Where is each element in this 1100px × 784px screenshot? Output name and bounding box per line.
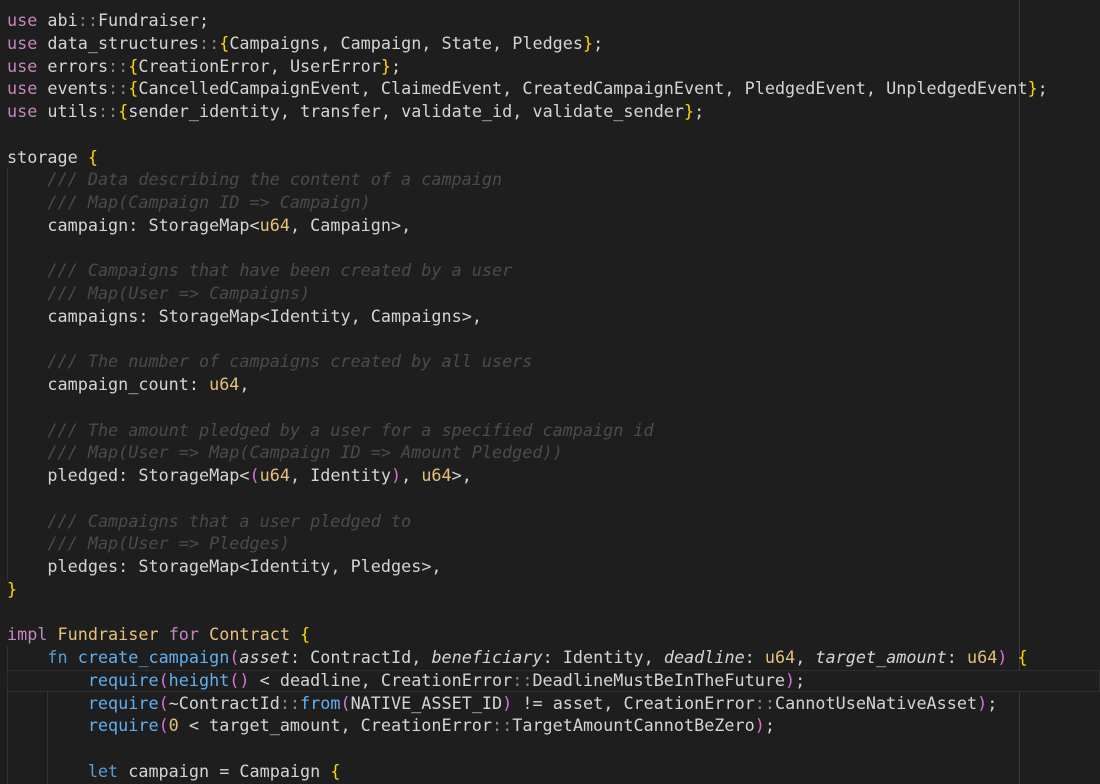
code-line[interactable]: }	[7, 578, 17, 600]
code-line[interactable]: impl Fundraiser for Contract {	[7, 623, 310, 645]
code-line[interactable]: storage {	[7, 146, 98, 168]
code-line[interactable]: fn create_campaign(asset: ContractId, be…	[7, 646, 1027, 668]
code-line[interactable]: /// Data describing the content of a cam…	[7, 168, 502, 190]
code-line[interactable]: /// Map(User => Map(Campaign ID => Amoun…	[7, 441, 562, 463]
code-line[interactable]: require(~ContractId::from(NATIVE_ASSET_I…	[7, 692, 997, 714]
code-line[interactable]: /// Campaigns that a user pledged to	[7, 510, 411, 532]
code-line[interactable]: /// The amount pledged by a user for a s…	[7, 419, 653, 441]
code-line[interactable]: use events::{CancelledCampaignEvent, Cla…	[7, 77, 1048, 99]
code-line[interactable]: use data_structures::{Campaigns, Campaig…	[7, 32, 603, 54]
code-line[interactable]: use utils::{sender_identity, transfer, v…	[7, 100, 704, 122]
code-line[interactable]: use abi::Fundraiser;	[7, 9, 209, 31]
code-line[interactable]: campaigns: StorageMap<Identity, Campaign…	[7, 305, 482, 327]
code-line[interactable]: /// Map(Campaign ID => Campaign)	[7, 191, 370, 213]
code-line[interactable]: require(height() < deadline, CreationErr…	[7, 669, 805, 691]
code-line[interactable]: /// Map(User => Campaigns)	[7, 282, 310, 304]
code-line[interactable]: let campaign = Campaign {	[7, 760, 341, 782]
code-line[interactable]: /// The number of campaigns created by a…	[7, 350, 532, 372]
code-line[interactable]: pledged: StorageMap<(u64, Identity), u64…	[7, 464, 471, 486]
code-line[interactable]: campaign: StorageMap<u64, Campaign>,	[7, 214, 411, 236]
code-line[interactable]: /// Map(User => Pledges)	[7, 532, 289, 554]
code-line[interactable]: use errors::{CreationError, UserError};	[7, 55, 401, 77]
code-line[interactable]: require(0 < target_amount, CreationError…	[7, 714, 775, 736]
code-editor[interactable]: use abi::Fundraiser; use data_structures:…	[0, 0, 1100, 784]
code-line[interactable]: campaign_count: u64,	[7, 373, 249, 395]
code-line[interactable]: pledges: StorageMap<Identity, Pledges>,	[7, 555, 441, 577]
code-line[interactable]: /// Campaigns that have been created by …	[7, 259, 512, 281]
